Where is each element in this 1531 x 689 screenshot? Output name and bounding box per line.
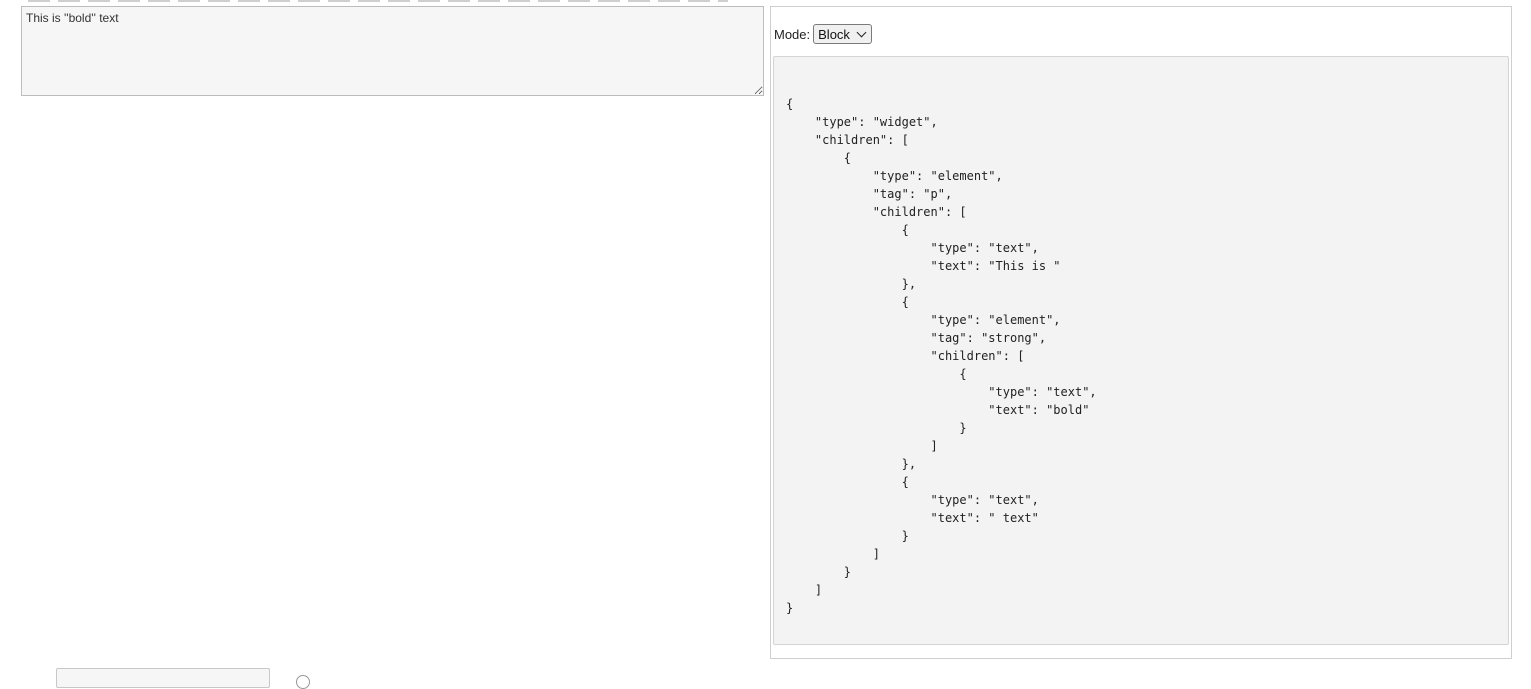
- wikitext-input[interactable]: [21, 6, 764, 96]
- preview-panel: Mode: Block { "type": "widget", "childre…: [770, 6, 1512, 659]
- parse-tree-output: { "type": "widget", "children": [ { "typ…: [773, 56, 1509, 645]
- clipped-radio[interactable]: [296, 675, 310, 689]
- mode-row: Mode: Block: [774, 23, 872, 45]
- mode-select-value: Block: [818, 26, 850, 42]
- mode-select[interactable]: Block: [813, 24, 872, 44]
- clipped-input[interactable]: [56, 668, 270, 688]
- clipped-content-above: [28, 0, 728, 2]
- chevron-down-icon: [856, 27, 867, 37]
- mode-label: Mode:: [774, 26, 811, 42]
